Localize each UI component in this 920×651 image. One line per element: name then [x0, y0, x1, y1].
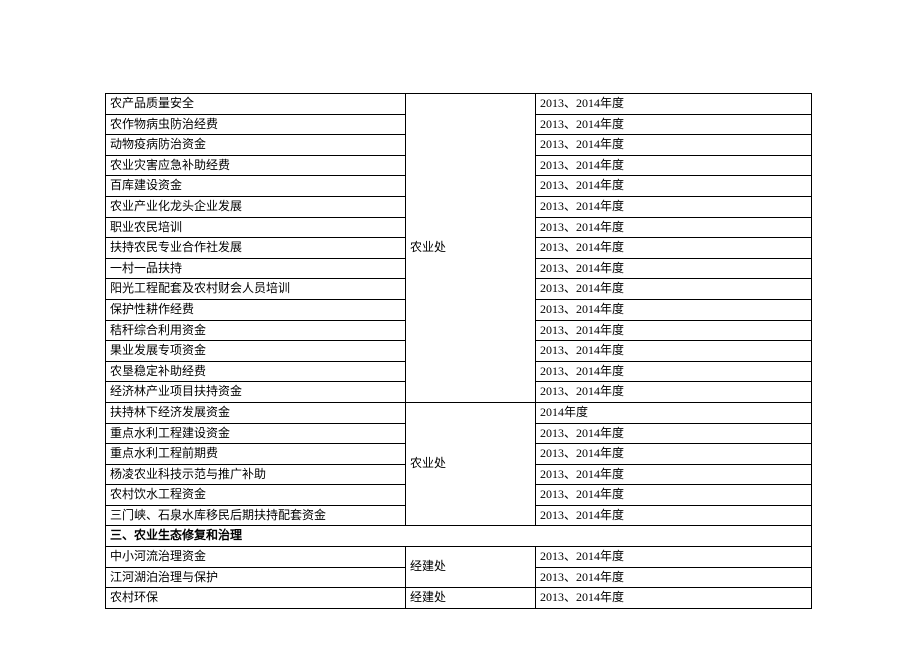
- fund-year: 2013、2014年度: [536, 217, 812, 238]
- fund-year: 2013、2014年度: [536, 299, 812, 320]
- fund-year: 2013、2014年度: [536, 94, 812, 115]
- fund-year: 2014年度: [536, 402, 812, 423]
- fund-year: 2013、2014年度: [536, 547, 812, 568]
- fund-year: 2013、2014年度: [536, 588, 812, 609]
- fund-year: 2013、2014年度: [536, 505, 812, 526]
- fund-year: 2013、2014年度: [536, 238, 812, 259]
- fund-year: 2013、2014年度: [536, 320, 812, 341]
- fund-year: 2013、2014年度: [536, 464, 812, 485]
- fund-year: 2013、2014年度: [536, 114, 812, 135]
- fund-name: 果业发展专项资金: [106, 341, 406, 362]
- fund-year: 2013、2014年度: [536, 155, 812, 176]
- fund-name: 江河湖泊治理与保护: [106, 567, 406, 588]
- fund-year: 2013、2014年度: [536, 423, 812, 444]
- fund-year: 2013、2014年度: [536, 196, 812, 217]
- fund-year: 2013、2014年度: [536, 567, 812, 588]
- dept-cell: 农业处: [406, 402, 536, 526]
- fund-name: 经济林产业项目扶持资金: [106, 382, 406, 403]
- fund-name: 农业产业化龙头企业发展: [106, 196, 406, 217]
- funding-table: 农产品质量安全 农业处 2013、2014年度 农作物病虫防治经费 2013、20…: [105, 93, 812, 609]
- fund-name: 农业灾害应急补助经费: [106, 155, 406, 176]
- fund-name: 动物疫病防治资金: [106, 135, 406, 156]
- fund-year: 2013、2014年度: [536, 135, 812, 156]
- fund-year: 2013、2014年度: [536, 382, 812, 403]
- fund-name: 农垦稳定补助经费: [106, 361, 406, 382]
- fund-name: 农产品质量安全: [106, 94, 406, 115]
- fund-name: 农村环保: [106, 588, 406, 609]
- fund-name: 秸秆综合利用资金: [106, 320, 406, 341]
- fund-name: 杨凌农业科技示范与推广补助: [106, 464, 406, 485]
- dept-cell: 经建处: [406, 588, 536, 609]
- fund-name: 重点水利工程建设资金: [106, 423, 406, 444]
- section-header: 三、农业生态修复和治理: [106, 526, 812, 547]
- fund-name: 百库建设资金: [106, 176, 406, 197]
- fund-year: 2013、2014年度: [536, 176, 812, 197]
- fund-name: 扶持林下经济发展资金: [106, 402, 406, 423]
- fund-name: 中小河流治理资金: [106, 547, 406, 568]
- dept-cell: 经建处: [406, 547, 536, 588]
- fund-name: 农作物病虫防治经费: [106, 114, 406, 135]
- fund-year: 2013、2014年度: [536, 485, 812, 506]
- fund-year: 2013、2014年度: [536, 258, 812, 279]
- fund-name: 扶持农民专业合作社发展: [106, 238, 406, 259]
- fund-name: 一村一品扶持: [106, 258, 406, 279]
- fund-name: 职业农民培训: [106, 217, 406, 238]
- fund-year: 2013、2014年度: [536, 444, 812, 465]
- fund-year: 2013、2014年度: [536, 279, 812, 300]
- table-row: 中小河流治理资金 经建处 2013、2014年度: [106, 547, 812, 568]
- table-row: 扶持林下经济发展资金 农业处 2014年度: [106, 402, 812, 423]
- fund-name: 农村饮水工程资金: [106, 485, 406, 506]
- funding-table-container: 农产品质量安全 农业处 2013、2014年度 农作物病虫防治经费 2013、20…: [105, 93, 811, 609]
- fund-name: 保护性耕作经费: [106, 299, 406, 320]
- section-header-row: 三、农业生态修复和治理: [106, 526, 812, 547]
- fund-name: 三门峡、石泉水库移民后期扶持配套资金: [106, 505, 406, 526]
- fund-name: 重点水利工程前期费: [106, 444, 406, 465]
- fund-year: 2013、2014年度: [536, 361, 812, 382]
- table-row: 农村环保 经建处 2013、2014年度: [106, 588, 812, 609]
- dept-cell: 农业处: [406, 94, 536, 403]
- fund-year: 2013、2014年度: [536, 341, 812, 362]
- table-row: 农产品质量安全 农业处 2013、2014年度: [106, 94, 812, 115]
- fund-name: 阳光工程配套及农村财会人员培训: [106, 279, 406, 300]
